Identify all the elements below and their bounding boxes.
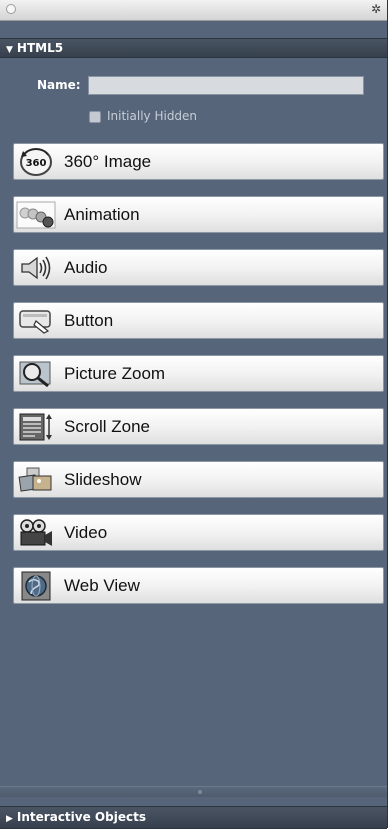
object-label: Animation <box>64 204 140 224</box>
object-label: Audio <box>64 257 108 277</box>
object-button-360-image[interactable]: 360 360° Image <box>13 143 384 180</box>
object-button-web-view[interactable]: Web View <box>13 567 384 604</box>
object-button-animation[interactable]: Animation <box>13 196 384 233</box>
object-button-video[interactable]: Video <box>13 514 384 551</box>
gear-icon[interactable]: ✲ <box>371 2 381 16</box>
object-button-audio[interactable]: Audio <box>13 249 384 286</box>
disclosure-open-icon: ▼ <box>6 45 13 55</box>
object-label: Button <box>64 310 114 330</box>
object-label: Web View <box>64 575 140 595</box>
html5-panel: ✲ ▼ HTML5 Name: Initially Hidden 360 360°… <box>0 0 388 829</box>
section-header-interactive-objects[interactable]: ▶ Interactive Objects <box>0 806 387 829</box>
video-icon <box>14 515 58 550</box>
object-button-scroll-zone[interactable]: Scroll Zone <box>13 408 384 445</box>
grip-dot-icon <box>198 790 202 794</box>
section-title: HTML5 <box>16 41 64 55</box>
picture-zoom-icon <box>14 356 58 391</box>
resize-handle[interactable] <box>0 786 387 797</box>
object-list: 360 360° Image Animation Audio Button Pi… <box>13 143 384 620</box>
svg-text:360: 360 <box>26 158 47 169</box>
window-titlebar: ✲ <box>0 0 387 21</box>
object-label: Video <box>64 522 108 542</box>
web-view-icon <box>14 568 58 603</box>
name-field[interactable] <box>88 76 364 95</box>
disclosure-closed-icon: ▶ <box>6 814 13 824</box>
name-label: Name: <box>37 78 81 92</box>
animation-icon <box>14 197 58 232</box>
initially-hidden-label: Initially Hidden <box>107 109 198 123</box>
object-label: Slideshow <box>64 469 142 489</box>
button-icon <box>14 303 58 338</box>
object-button-button[interactable]: Button <box>13 302 384 339</box>
object-label: Scroll Zone <box>64 416 150 436</box>
audio-icon <box>14 250 58 285</box>
section-header-html5[interactable]: ▼ HTML5 <box>0 38 387 58</box>
close-icon[interactable] <box>6 4 16 14</box>
slideshow-icon <box>14 462 58 497</box>
object-label: 360° Image <box>64 151 152 171</box>
section-title: Interactive Objects <box>16 810 146 824</box>
object-label: Picture Zoom <box>64 363 166 383</box>
object-button-slideshow[interactable]: Slideshow <box>13 461 384 498</box>
scroll-zone-icon <box>14 409 58 444</box>
object-button-picture-zoom[interactable]: Picture Zoom <box>13 355 384 392</box>
initially-hidden-checkbox[interactable] <box>89 111 101 123</box>
360-image-icon: 360 <box>14 144 58 179</box>
